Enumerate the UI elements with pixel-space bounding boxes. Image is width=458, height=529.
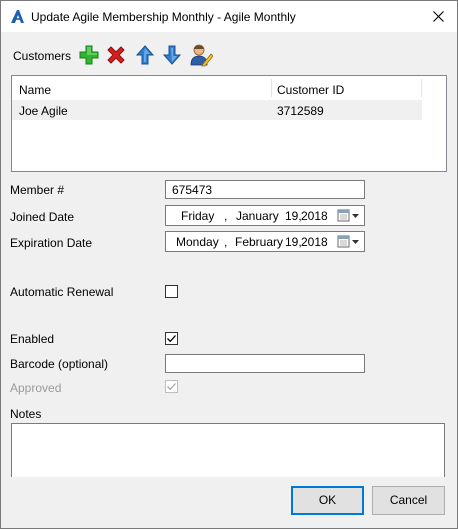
column-header-customer-id[interactable]: Customer ID bbox=[277, 83, 344, 97]
enabled-label: Enabled bbox=[10, 332, 55, 346]
grid-header: Name Customer ID bbox=[12, 76, 422, 101]
enabled-checkbox[interactable] bbox=[165, 332, 178, 345]
customers-grid[interactable]: Name Customer ID Joe Agile 3712589 bbox=[11, 75, 447, 172]
delete-icon[interactable] bbox=[105, 44, 127, 66]
expiration-date-separator: , bbox=[224, 235, 228, 249]
expiration-weekday[interactable]: Monday bbox=[176, 235, 219, 249]
move-up-icon[interactable] bbox=[134, 44, 156, 66]
window-title: Update Agile Membership Monthly - Agile … bbox=[31, 10, 296, 24]
ok-button[interactable]: OK bbox=[291, 486, 364, 515]
cancel-button[interactable]: Cancel bbox=[372, 486, 445, 515]
automatic-renewal-checkbox[interactable] bbox=[165, 285, 178, 298]
close-button[interactable] bbox=[419, 1, 457, 32]
member-number-input[interactable]: 675473 bbox=[165, 180, 365, 199]
add-icon[interactable] bbox=[78, 44, 100, 66]
member-number-label: Member # bbox=[10, 183, 65, 197]
notes-textarea[interactable] bbox=[11, 423, 445, 477]
barcode-input[interactable] bbox=[165, 354, 365, 373]
joined-date-separator: , bbox=[224, 209, 228, 223]
checkmark-icon bbox=[167, 335, 176, 343]
customer-id-cell: 3712589 bbox=[277, 104, 324, 118]
joined-year[interactable]: 2018 bbox=[301, 209, 328, 223]
column-separator[interactable] bbox=[421, 79, 422, 97]
expiration-day[interactable]: 19, bbox=[285, 235, 302, 249]
expiration-date-label: Expiration Date bbox=[10, 236, 93, 250]
checkmark-icon bbox=[167, 383, 176, 391]
joined-date-picker[interactable]: Friday , January 19, 2018 bbox=[165, 205, 365, 226]
calendar-dropdown-icon[interactable] bbox=[337, 209, 361, 223]
expiration-month[interactable]: February bbox=[235, 235, 283, 249]
table-row[interactable]: Joe Agile 3712589 bbox=[12, 100, 422, 120]
barcode-label: Barcode (optional) bbox=[10, 357, 109, 371]
column-separator[interactable] bbox=[271, 79, 272, 97]
dialog-window: Update Agile Membership Monthly - Agile … bbox=[0, 0, 458, 529]
approved-checkbox bbox=[165, 380, 178, 393]
column-header-name[interactable]: Name bbox=[19, 83, 51, 97]
joined-weekday[interactable]: Friday bbox=[181, 209, 214, 223]
move-down-icon[interactable] bbox=[161, 44, 183, 66]
joined-month[interactable]: January bbox=[236, 209, 279, 223]
expiration-year[interactable]: 2018 bbox=[301, 235, 328, 249]
notes-label: Notes bbox=[10, 407, 42, 421]
customer-name-cell: Joe Agile bbox=[19, 104, 68, 118]
approved-label: Approved bbox=[10, 381, 62, 395]
title-bar: Update Agile Membership Monthly - Agile … bbox=[1, 1, 457, 32]
automatic-renewal-label: Automatic Renewal bbox=[10, 285, 114, 299]
calendar-dropdown-icon[interactable] bbox=[337, 235, 361, 249]
close-icon bbox=[432, 11, 444, 22]
joined-day[interactable]: 19, bbox=[285, 209, 302, 223]
app-logo-icon bbox=[11, 10, 24, 23]
joined-date-label: Joined Date bbox=[10, 210, 75, 224]
expiration-date-picker[interactable]: Monday , February 19, 2018 bbox=[165, 231, 365, 252]
customers-label: Customers bbox=[13, 49, 72, 63]
edit-customer-icon[interactable] bbox=[189, 43, 213, 67]
